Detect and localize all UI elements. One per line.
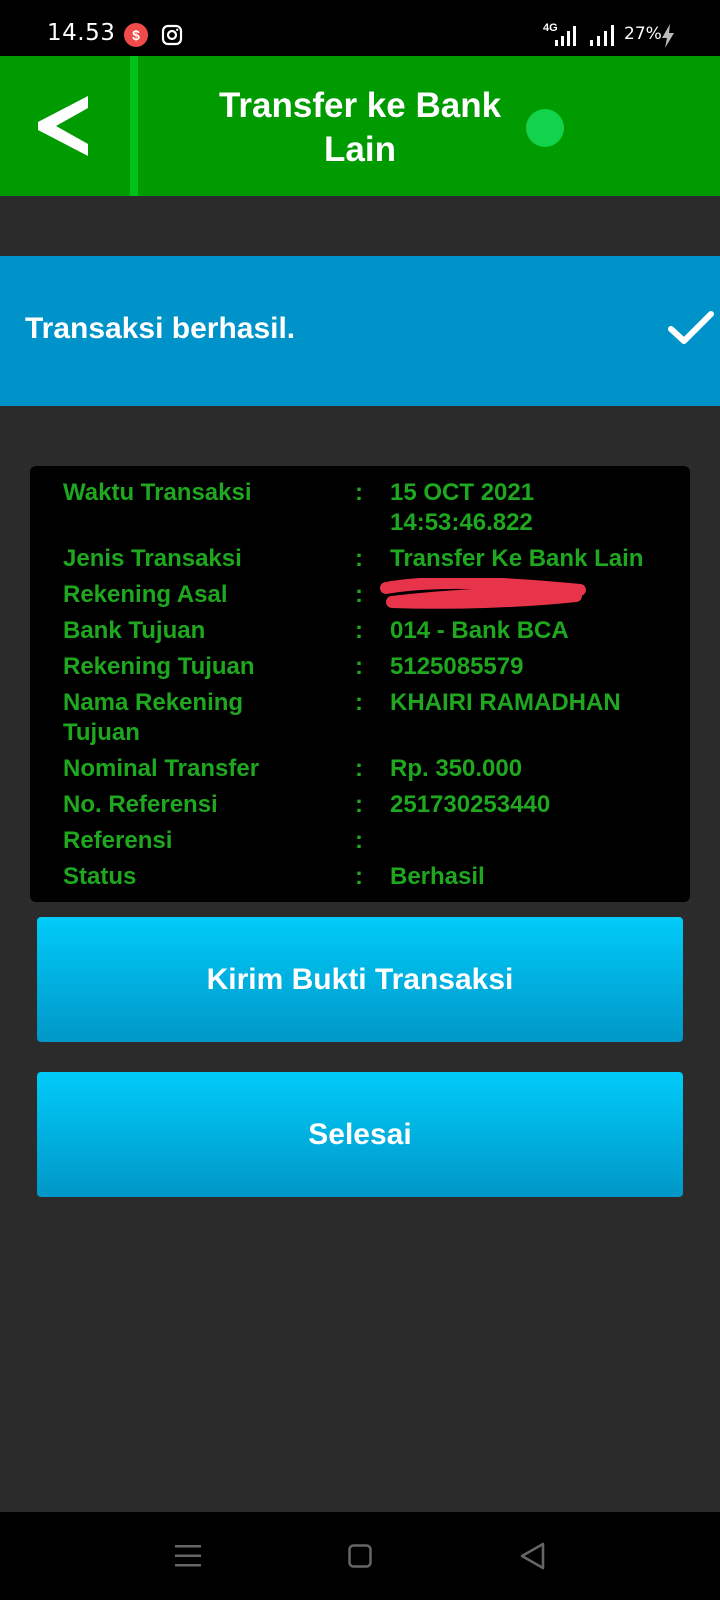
detail-label: Rekening Asal [63,581,228,608]
header-divider [130,56,138,196]
instagram-icon [161,24,183,46]
detail-colon: : [355,581,363,608]
detail-value: 251730253440 [390,791,551,818]
detail-value: 5125085579 [390,653,524,680]
send-proof-button[interactable]: Kirim Bukti Transaksi [37,917,683,1042]
detail-value: KHAIRI RAMADHAN [390,689,621,716]
detail-value: Rp. 350.000 [390,755,523,782]
detail-colon: : [355,689,363,716]
detail-label: Referensi [63,827,173,854]
charging-bolt-icon [662,24,674,48]
app-header: Transfer ke Bank Lain [0,56,720,196]
redaction-scribble [380,578,586,609]
detail-value: 15 OCT 2021 14:53:46.822 [390,479,535,536]
detail-label: Bank Tujuan [63,617,206,644]
page-title: Transfer ke Bank Lain [218,86,502,169]
detail-value: 014 - Bank BCA [390,617,569,644]
status-time: 14.53 [47,20,116,46]
detail-colon: : [355,827,363,854]
detail-label: Status [63,863,137,890]
success-message: Transaksi berhasil. [25,312,296,345]
detail-colon: : [355,863,363,890]
battery-level: 27% [624,24,662,44]
menu-icon[interactable] [175,1544,201,1568]
s-notification-icon: $ [124,23,148,47]
detail-label: Nominal Transfer [63,755,260,782]
back-button[interactable] [0,56,130,196]
home-icon[interactable] [348,1544,372,1568]
signal-icon [590,25,614,46]
transaction-details-card: Waktu Transaksi : 15 OCT 2021 14:53:46.8… [30,466,690,902]
system-nav-bar [0,1512,720,1600]
status-bar: 14.53 $ 4G 27% [0,0,720,56]
detail-colon: : [355,755,363,782]
status-dot [526,109,564,147]
done-button[interactable]: Selesai [37,1072,683,1197]
signal-4g-icon: 4G [543,22,579,46]
detail-label: Jenis Transaksi [63,545,242,572]
detail-colon: : [355,791,363,818]
back-triangle-icon[interactable] [519,1542,545,1570]
detail-colon: : [355,617,363,644]
detail-colon: : [355,545,363,572]
detail-label: Nama Rekening Tujuan [63,689,244,746]
chevron-left-icon [38,96,88,156]
detail-label: Rekening Tujuan [63,653,255,680]
detail-colon: : [355,653,363,680]
detail-colon: : [355,479,363,506]
success-banner: Transaksi berhasil. [0,256,720,406]
detail-value: Transfer Ke Bank Lain [390,545,644,572]
check-icon [668,311,714,344]
detail-label: Waktu Transaksi [63,479,252,506]
detail-label: No. Referensi [63,791,218,818]
detail-value: Berhasil [390,863,485,890]
